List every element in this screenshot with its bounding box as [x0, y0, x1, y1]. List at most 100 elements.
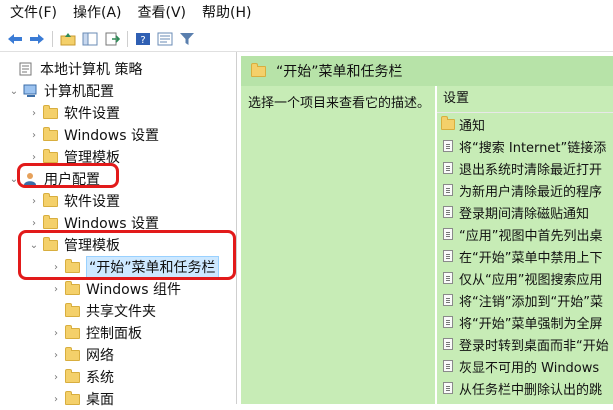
toolbar-separator — [127, 30, 128, 47]
settings-row-label: 为新用户清除最近的程序 — [459, 184, 603, 200]
folder-icon — [43, 192, 59, 208]
tree-item-system[interactable]: › 系统 — [50, 366, 114, 388]
tree-item-user-software[interactable]: › 软件设置 — [28, 190, 120, 212]
help-icon[interactable]: ? — [134, 30, 152, 48]
details-pane: “开始”菜单和任务栏 选择一个项目来查看它的描述。 设置 通知将“搜索 Inte… — [241, 52, 613, 404]
chevron-right-icon[interactable]: › — [50, 284, 62, 295]
settings-row[interactable]: 从任务栏中删除认出的跳 — [437, 377, 613, 399]
description-panel: 选择一个项目来查看它的描述。 — [241, 86, 435, 404]
details-header: “开始”菜单和任务栏 — [241, 56, 613, 86]
folder-icon — [43, 214, 59, 230]
settings-row-label: 登录时转到桌面而非“开始 — [459, 338, 609, 354]
folder-icon — [65, 302, 81, 318]
policy-icon — [441, 359, 455, 373]
settings-row[interactable]: 通知 — [437, 113, 613, 135]
up-folder-icon[interactable] — [59, 30, 77, 48]
policy-icon — [441, 183, 455, 197]
policy-icon — [441, 315, 455, 329]
settings-row[interactable]: “应用”视图中首先列出桌 — [437, 223, 613, 245]
properties-icon[interactable] — [156, 30, 174, 48]
export-icon[interactable] — [103, 30, 121, 48]
chevron-right-icon[interactable]: › — [28, 218, 40, 229]
tree-item-computer-windows[interactable]: › Windows 设置 — [28, 124, 159, 146]
tree-item-computer-config[interactable]: ⌄ 计算机配置 — [8, 80, 114, 102]
settings-row[interactable]: 将“搜索 Internet”链接添 — [437, 135, 613, 157]
tree-item-user-config[interactable]: ⌄ 用户配置 — [8, 168, 100, 190]
settings-row[interactable]: 登录期间清除磁贴通知 — [437, 201, 613, 223]
show-hide-tree-icon[interactable] — [81, 30, 99, 48]
folder-icon — [441, 115, 455, 131]
toolbar-separator — [52, 30, 53, 47]
settings-row-label: 将“开始”菜单强制为全屏 — [459, 316, 603, 332]
tree-item-computer-admin[interactable]: › 管理模板 — [28, 146, 120, 168]
folder-icon — [65, 324, 81, 340]
tree-item-computer-software[interactable]: › 软件设置 — [28, 102, 120, 124]
menu-help[interactable]: 帮助(H) — [194, 0, 259, 26]
svg-text:?: ? — [140, 35, 145, 46]
chevron-right-icon[interactable]: › — [50, 350, 62, 361]
settings-row-label: 仅从“应用”视图搜索应用 — [459, 272, 603, 288]
folder-icon — [43, 126, 59, 142]
chevron-right-icon[interactable]: › — [28, 130, 40, 141]
policy-tree: 本地计算机 策略 ⌄ 计算机配置 › 软件设置 › Windows 设置 › 管… — [0, 52, 237, 408]
settings-row[interactable]: 将“开始”菜单强制为全屏 — [437, 311, 613, 333]
chevron-right-icon[interactable]: › — [28, 152, 40, 163]
settings-row-label: 退出系统时清除最近打开 — [459, 162, 603, 178]
policy-icon — [441, 293, 455, 307]
menu-file[interactable]: 文件(F) — [0, 0, 65, 26]
settings-list: 设置 通知将“搜索 Internet”链接添 退出系统时清除最近打开 为新用户清除最… — [437, 86, 613, 404]
chevron-down-icon[interactable]: ⌄ — [28, 240, 40, 251]
menu-action[interactable]: 操作(A) — [65, 0, 130, 26]
column-header-settings[interactable]: 设置 — [437, 86, 613, 113]
settings-row-label: 从任务栏中删除认出的跳 — [459, 382, 603, 398]
settings-row[interactable]: 将“注销”添加到“开始”菜 — [437, 289, 613, 311]
folder-icon — [65, 368, 81, 384]
chevron-right-icon[interactable]: › — [50, 394, 62, 405]
settings-row[interactable]: 仅从“应用”视图搜索应用 — [437, 267, 613, 289]
tree-item-user-admin[interactable]: ⌄ 管理模板 — [28, 234, 120, 256]
menu-view[interactable]: 查看(V) — [130, 0, 195, 26]
settings-row-label: “应用”视图中首先列出桌 — [459, 228, 603, 244]
tree-item-root[interactable]: 本地计算机 策略 — [4, 58, 142, 80]
policy-icon — [441, 271, 455, 285]
chevron-down-icon[interactable]: ⌄ — [8, 174, 20, 185]
chevron-right-icon[interactable]: › — [50, 262, 62, 273]
menu-bar: 文件(F) 操作(A) 查看(V) 帮助(H) — [0, 0, 613, 26]
tree-item-shared-folders[interactable]: 共享文件夹 — [50, 300, 156, 322]
forward-arrow-icon[interactable] — [28, 30, 46, 48]
tree-item-user-windows[interactable]: › Windows 设置 — [28, 212, 159, 234]
chevron-right-icon[interactable]: › — [28, 196, 40, 207]
settings-row-label: 将“搜索 Internet”链接添 — [459, 140, 607, 156]
folder-icon — [43, 236, 59, 252]
chevron-right-icon[interactable]: › — [50, 372, 62, 383]
settings-row[interactable]: 为新用户清除最近的程序 — [437, 179, 613, 201]
chevron-right-icon[interactable]: › — [50, 328, 62, 339]
tree-item-network[interactable]: › 网络 — [50, 344, 114, 366]
description-text: 选择一个项目来查看它的描述。 — [248, 96, 431, 111]
chevron-down-icon[interactable]: ⌄ — [8, 86, 20, 97]
settings-row[interactable]: 灰显不可用的 Windows — [437, 355, 613, 377]
settings-row[interactable]: 登录时转到桌面而非“开始 — [437, 333, 613, 355]
policy-icon — [441, 161, 455, 175]
tree-item-desktop[interactable]: › 桌面 — [50, 388, 114, 410]
computer-icon — [23, 84, 39, 98]
toolbar: ? — [0, 26, 613, 52]
policy-icon — [441, 139, 455, 153]
filter-icon[interactable] — [178, 30, 196, 48]
back-arrow-icon[interactable] — [6, 30, 24, 48]
folder-icon — [65, 346, 81, 362]
settings-row[interactable]: 在“开始”菜单中禁用上下 — [437, 245, 613, 267]
policy-icon — [441, 249, 455, 263]
settings-row-label: 灰显不可用的 Windows — [459, 360, 600, 376]
policy-icon — [441, 337, 455, 351]
settings-row[interactable]: 退出系统时清除最近打开 — [437, 157, 613, 179]
policy-icon — [441, 381, 455, 395]
tree-item-control-panel[interactable]: › 控制面板 — [50, 322, 142, 344]
tree-item-windows-components[interactable]: › Windows 组件 — [50, 278, 181, 300]
settings-row-label: 登录期间清除磁贴通知 — [459, 206, 590, 222]
folder-icon — [43, 104, 59, 120]
folder-icon — [65, 280, 81, 296]
chevron-right-icon[interactable]: › — [28, 108, 40, 119]
policy-icon — [441, 227, 455, 241]
tree-item-start-menu[interactable]: › “开始”菜单和任务栏 — [50, 256, 219, 278]
